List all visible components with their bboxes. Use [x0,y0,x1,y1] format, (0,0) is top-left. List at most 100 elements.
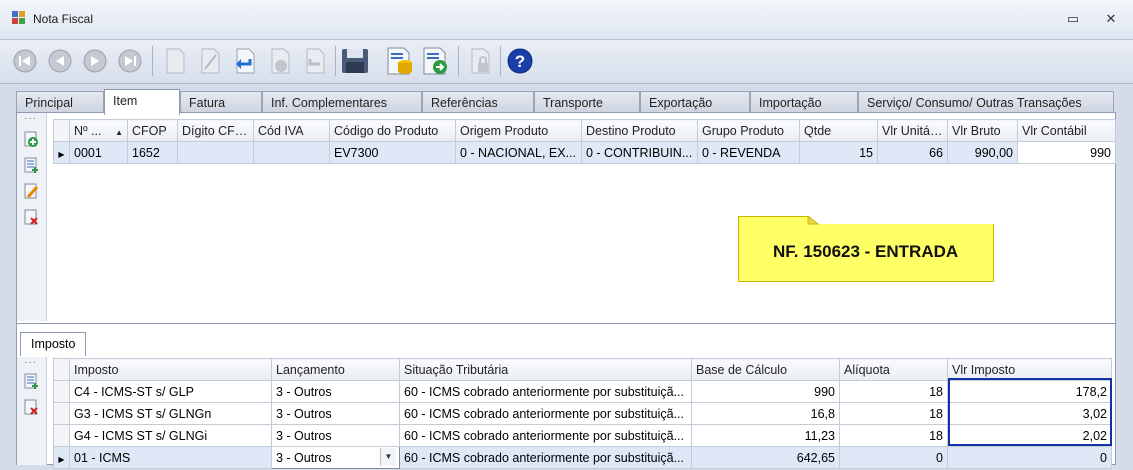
items-header-row: Nº ... ▲ CFOP Dígito CFOP Cód IVA Código… [53,119,1116,142]
table-row[interactable]: G3 - ICMS ST s/ GLNGn 3 - Outros 60 - IC… [53,402,1112,425]
tab-fatura[interactable]: Fatura [180,91,262,113]
column-header[interactable]: Nº ... ▲ [69,119,128,142]
table-cell[interactable]: 3 - Outros [271,424,400,447]
sort-ascending-icon: ▲ [115,127,123,137]
tab-principal[interactable]: Principal [16,91,104,113]
table-cell[interactable]: 60 - ICMS cobrado anteriormente por subs… [399,424,692,447]
table-cell[interactable]: 0 - NACIONAL, EX... [455,141,582,164]
tab-imposto[interactable]: Imposto [20,332,86,356]
table-cell[interactable]: 990 [691,380,840,403]
table-cell[interactable]: 16,8 [691,402,840,425]
table-cell[interactable]: 0 [947,446,1112,469]
help-icon[interactable]: ? [505,44,535,78]
add-item-icon[interactable] [23,131,39,147]
row-indicator-icon: ▶ [53,446,70,469]
close-button[interactable]: ✕ [1102,10,1120,28]
note-fold-icon [807,216,820,225]
column-header[interactable]: Código do Produto [329,119,456,142]
minimize-button[interactable]: ▭ [1064,10,1082,28]
table-cell[interactable]: 1652 [127,141,178,164]
lock-icon[interactable] [466,44,496,78]
column-header[interactable]: CFOP [127,119,178,142]
column-header[interactable]: Alíquota [839,358,948,381]
column-header[interactable]: Base de Cálculo [691,358,840,381]
table-cell[interactable] [253,141,330,164]
column-header[interactable]: Situação Tributária [399,358,692,381]
first-record-icon[interactable] [10,44,40,78]
table-cell[interactable]: 66 [877,141,948,164]
table-row[interactable]: ▶ 01 - ICMS 3 - Outros 60 - ICMS cobrado… [53,446,1112,469]
items-grid: Nº ... ▲ CFOP Dígito CFOP Cód IVA Código… [53,119,1116,164]
export-icon[interactable] [421,44,451,78]
tab-importacao[interactable]: Importação [750,91,858,113]
section-divider [17,323,1115,324]
table-cell[interactable]: 11,23 [691,424,840,447]
tab-item[interactable]: Item [104,89,180,115]
column-header[interactable]: Vlr Unitário [877,119,948,142]
table-row[interactable]: ▶ 0001 1652 EV7300 0 - NACIONAL, EX... 0… [53,141,1116,164]
table-cell[interactable]: 178,2 [947,380,1112,403]
table-cell[interactable]: 3 - Outros [271,402,400,425]
column-header[interactable]: Grupo Produto [697,119,800,142]
delete-item-icon[interactable] [23,209,39,225]
edit-icon[interactable] [195,44,225,78]
table-cell[interactable]: C4 - ICMS-ST s/ GLP [69,380,272,403]
redo-icon[interactable] [300,44,330,78]
column-header[interactable]: Vlr Contábil [1017,119,1116,142]
table-cell[interactable]: 990,00 [947,141,1018,164]
insert-item-icon[interactable] [23,157,39,173]
table-cell[interactable]: 18 [839,380,948,403]
tab-referencias[interactable]: Referências [422,91,534,113]
table-cell[interactable]: 0 - REVENDA [697,141,800,164]
tab-strip: Principal Item Fatura Inf. Complementare… [16,89,1116,115]
new-document-icon[interactable] [160,44,190,78]
tab-servico-consumo[interactable]: Serviço/ Consumo/ Outras Transações [858,91,1114,113]
table-cell[interactable]: 18 [839,424,948,447]
tab-inf-complementares[interactable]: Inf. Complementares [262,91,422,113]
column-header[interactable]: Vlr Imposto [947,358,1112,381]
column-header[interactable]: Origem Produto [455,119,582,142]
delete-icon[interactable] [265,44,295,78]
table-cell[interactable]: G3 - ICMS ST s/ GLNGn [69,402,272,425]
next-record-icon[interactable] [80,44,110,78]
column-header[interactable]: Lançamento [271,358,400,381]
table-row[interactable]: G4 - ICMS ST s/ GLNGi 3 - Outros 60 - IC… [53,424,1112,447]
tax-header-row: Imposto Lançamento Situação Tributária B… [53,358,1112,381]
table-row[interactable]: C4 - ICMS-ST s/ GLP 3 - Outros 60 - ICMS… [53,380,1112,403]
table-cell[interactable]: 60 - ICMS cobrado anteriormente por subs… [399,446,692,469]
table-cell[interactable]: 0001 [69,141,128,164]
table-cell[interactable]: 01 - ICMS [69,446,272,469]
column-header[interactable]: Dígito CFOP [177,119,254,142]
insert-tax-icon[interactable] [23,373,39,389]
table-cell[interactable]: 0 - CONTRIBUIN... [581,141,698,164]
column-header[interactable]: Qtde [799,119,878,142]
previous-record-icon[interactable] [45,44,75,78]
save-icon[interactable] [340,44,370,78]
edit-item-icon[interactable] [23,183,39,199]
chevron-down-icon[interactable]: ▼ [380,448,396,466]
table-cell[interactable]: 0 [839,446,948,469]
delete-tax-icon[interactable] [23,399,39,415]
table-cell[interactable]: 2,02 [947,424,1112,447]
table-cell[interactable]: 18 [839,402,948,425]
table-cell[interactable]: 642,65 [691,446,840,469]
last-record-icon[interactable] [115,44,145,78]
tab-transporte[interactable]: Transporte [534,91,640,113]
table-cell[interactable]: 3 - Outros [271,380,400,403]
tab-exportacao[interactable]: Exportação [640,91,750,113]
table-cell[interactable]: 60 - ICMS cobrado anteriormente por subs… [399,402,692,425]
table-cell[interactable]: EV7300 [329,141,456,164]
column-header[interactable]: Cód IVA [253,119,330,142]
column-header[interactable]: Vlr Bruto [947,119,1018,142]
item-side-toolbar: ··· [17,113,47,321]
column-header[interactable]: Destino Produto [581,119,698,142]
table-cell[interactable]: G4 - ICMS ST s/ GLNGi [69,424,272,447]
table-cell[interactable]: 3,02 [947,402,1112,425]
table-cell[interactable] [177,141,254,164]
table-cell[interactable]: 15 [799,141,878,164]
table-cell[interactable]: 990 [1017,141,1116,164]
column-header[interactable]: Imposto [69,358,272,381]
undo-icon[interactable] [230,44,260,78]
database-report-icon[interactable] [385,44,415,78]
table-cell[interactable]: 60 - ICMS cobrado anteriormente por subs… [399,380,692,403]
